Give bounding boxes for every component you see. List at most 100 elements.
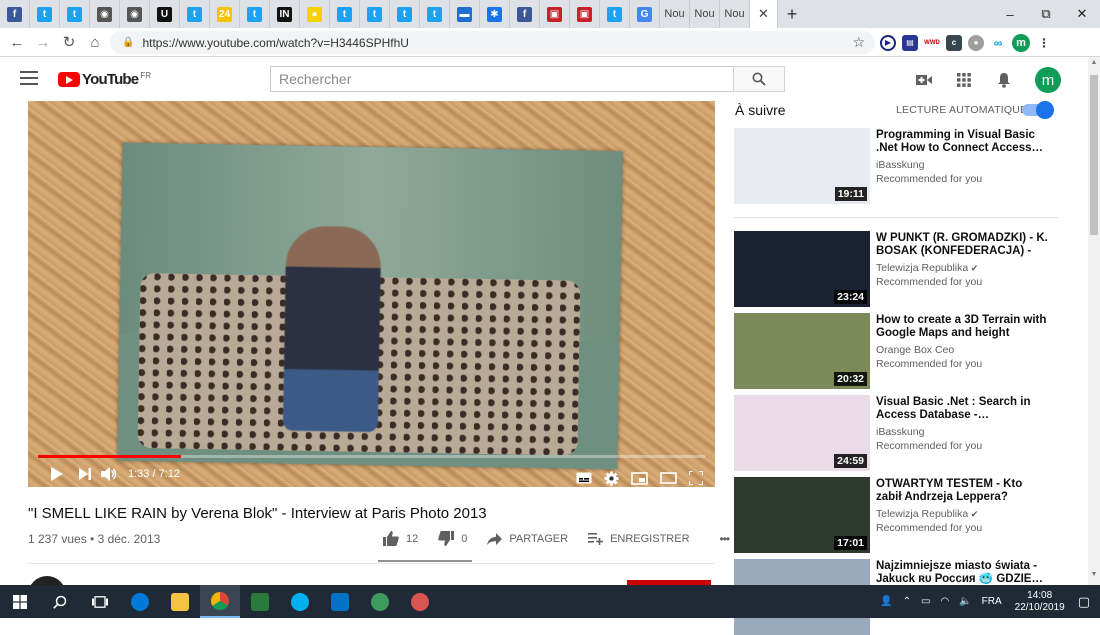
extension-infinity-icon[interactable]: ∞ — [990, 34, 1006, 51]
taskbar-search-icon[interactable] — [40, 585, 80, 618]
chrome-icon[interactable] — [200, 585, 240, 618]
progress-bar[interactable] — [38, 455, 705, 458]
browser-tab[interactable]: t — [180, 0, 210, 28]
play-icon[interactable] — [42, 461, 72, 487]
profile-avatar[interactable]: m — [1012, 33, 1030, 52]
active-browser-tab[interactable]: ✕ — [750, 0, 778, 28]
wifi-icon[interactable]: ◠ — [940, 596, 949, 607]
recommended-video-title[interactable]: Visual Basic .Net : Search in Access Dat… — [876, 396, 1051, 422]
bookmark-star-icon[interactable]: ☆ — [852, 34, 865, 51]
outlook-icon[interactable] — [320, 585, 360, 618]
recommended-video-title[interactable]: Najzimniejsze miasto świata - Jakuck ʀᴜ … — [876, 560, 1051, 586]
browser-menu-icon[interactable]: ⋮ — [1036, 34, 1052, 51]
browser-tab-text[interactable]: Nou — [660, 0, 690, 28]
browser-tab[interactable]: ▣ — [570, 0, 600, 28]
clock[interactable]: 14:08 22/10/2019 — [1015, 590, 1065, 614]
browser-tab[interactable]: IN — [270, 0, 300, 28]
volume-tray-icon[interactable]: 🔈 — [959, 596, 971, 607]
notifications-icon[interactable]: ▢ — [1078, 594, 1090, 610]
notifications-bell-icon[interactable] — [995, 71, 1013, 89]
browser-tab-text[interactable]: Nou — [690, 0, 720, 28]
skype-icon[interactable] — [280, 585, 320, 618]
browser-tab[interactable]: ▣ — [540, 0, 570, 28]
windows-start-icon[interactable] — [0, 585, 40, 618]
volume-icon[interactable] — [98, 461, 120, 487]
next-icon[interactable] — [72, 461, 98, 487]
extension-gray-icon[interactable]: ● — [968, 34, 984, 51]
account-avatar[interactable]: m — [1035, 67, 1061, 93]
recommended-video-title[interactable]: How to create a 3D Terrain with Google M… — [876, 314, 1051, 340]
more-actions-icon[interactable]: ••• — [720, 532, 731, 546]
browser-tab[interactable]: t — [360, 0, 390, 28]
browser-tab[interactable]: t — [420, 0, 450, 28]
browser-tab[interactable]: t — [60, 0, 90, 28]
extension-dark-icon[interactable]: c — [946, 34, 962, 51]
globe-app-icon[interactable] — [360, 585, 400, 618]
like-button[interactable]: 12 — [383, 531, 418, 546]
hamburger-menu-icon[interactable] — [20, 71, 38, 85]
video-thumbnail[interactable]: 20:32 — [734, 313, 870, 389]
create-video-icon[interactable] — [915, 71, 933, 89]
video-thumbnail[interactable]: 24:59 — [734, 395, 870, 471]
app-cloud-icon[interactable] — [400, 585, 440, 618]
app-green-icon[interactable] — [240, 585, 280, 618]
apps-grid-icon[interactable] — [955, 71, 973, 89]
recommended-video[interactable]: 20:32 How to create a 3D Terrain with Goo… — [734, 313, 1064, 389]
close-tab-icon[interactable]: ✕ — [758, 6, 769, 22]
browser-tab[interactable]: t — [390, 0, 420, 28]
maximize-button[interactable]: ⧉ — [1028, 0, 1064, 28]
recommended-video[interactable]: 17:01 OTWARTYM TESTEM - Kto zabił Andrzej… — [734, 477, 1064, 553]
youtube-logo[interactable]: YouTube FR — [58, 71, 151, 88]
reload-icon[interactable]: ↻ — [56, 29, 82, 55]
browser-tab[interactable]: f — [0, 0, 30, 28]
minimize-button[interactable]: – — [992, 0, 1028, 28]
recommended-video[interactable]: 23:24 W PUNKT (R. GROMADZKI) - K. BOSAK (… — [734, 231, 1064, 307]
recommended-video-title[interactable]: OTWARTYM TESTEM - Kto zabił Andrzeja Lep… — [876, 478, 1051, 504]
browser-tab[interactable]: U — [150, 0, 180, 28]
channel-name[interactable]: iBasskung — [876, 426, 1051, 438]
channel-name[interactable]: Telewizja Republika ✔ — [876, 262, 1051, 274]
back-arrow-icon[interactable]: ← — [4, 29, 30, 55]
video-thumbnail[interactable]: 19:11 — [734, 128, 870, 204]
edge-icon[interactable] — [120, 585, 160, 618]
extension-play-icon[interactable]: ▶ — [880, 34, 896, 51]
browser-tab[interactable]: t — [600, 0, 630, 28]
browser-tab[interactable]: ✱ — [480, 0, 510, 28]
browser-tab[interactable]: t — [240, 0, 270, 28]
battery-icon[interactable]: ▭ — [921, 596, 930, 607]
recommended-video[interactable]: 24:59 Visual Basic .Net : Search in Acces… — [734, 395, 1064, 471]
forward-arrow-icon[interactable]: → — [30, 29, 56, 55]
channel-name[interactable]: iBasskung — [876, 159, 1051, 171]
file-explorer-icon[interactable] — [160, 585, 200, 618]
channel-name[interactable]: Orange Box Ceo — [876, 344, 1051, 356]
video-thumbnail[interactable]: 17:01 — [734, 477, 870, 553]
tray-chevron-icon[interactable]: ⌃ — [903, 596, 911, 607]
address-bar[interactable]: 🔒 https://www.youtube.com/watch?v=H3446S… — [110, 31, 875, 54]
home-icon[interactable]: ⌂ — [82, 29, 108, 55]
browser-tab[interactable]: ◉ — [120, 0, 150, 28]
recommended-video-title[interactable]: W PUNKT (R. GROMADZKI) - K. BOSAK (KONFE… — [876, 232, 1051, 258]
browser-tab[interactable]: ◉ — [90, 0, 120, 28]
channel-name[interactable]: Telewizja Republika ✔ — [876, 508, 1051, 520]
recommended-video[interactable]: 19:11 Programming in Visual Basic .Net Ho… — [734, 128, 1064, 204]
fullscreen-icon[interactable] — [689, 465, 703, 487]
browser-tab[interactable]: G — [630, 0, 660, 28]
browser-tab[interactable]: t — [30, 0, 60, 28]
browser-tab[interactable]: 24 — [210, 0, 240, 28]
extension-blue-icon[interactable]: ▤ — [902, 34, 918, 51]
autoplay-toggle[interactable] — [1022, 101, 1054, 119]
recommended-video-title[interactable]: Programming in Visual Basic .Net How to … — [876, 129, 1051, 155]
subtitles-icon[interactable] — [576, 465, 592, 487]
task-view-icon[interactable] — [80, 585, 120, 618]
close-window-button[interactable]: ✕ — [1064, 0, 1100, 28]
miniplayer-icon[interactable] — [631, 465, 648, 487]
search-input[interactable]: Rechercher — [270, 66, 734, 92]
language-indicator[interactable]: FRA — [982, 596, 1002, 607]
browser-tab[interactable]: t — [330, 0, 360, 28]
extension-wwd-icon[interactable]: WWD — [924, 34, 940, 51]
browser-tab[interactable]: ● — [300, 0, 330, 28]
video-player[interactable]: 1:33 / 7:12 — [28, 101, 715, 487]
save-button[interactable]: ENREGISTRER — [588, 532, 690, 545]
browser-tab[interactable]: ▬ — [450, 0, 480, 28]
video-thumbnail[interactable]: 23:24 — [734, 231, 870, 307]
